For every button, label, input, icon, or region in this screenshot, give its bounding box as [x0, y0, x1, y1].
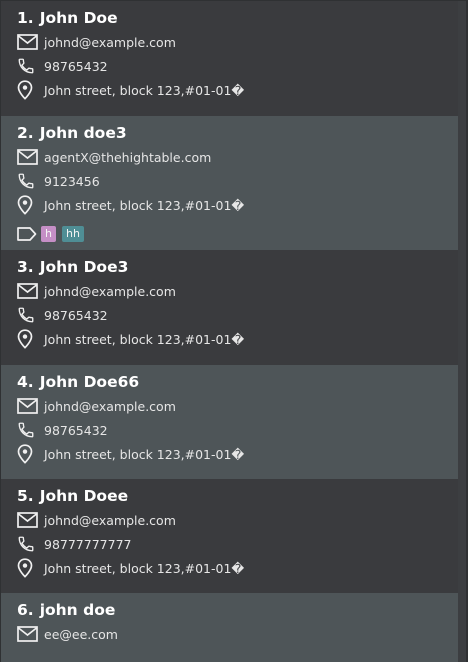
tag-badge: hh	[61, 226, 84, 242]
location-pin-icon	[17, 444, 39, 464]
email-row: johnd@example.com	[17, 394, 458, 418]
phone-icon	[17, 305, 39, 325]
phone-icon	[17, 420, 39, 440]
person-name: John Doe3	[39, 258, 129, 276]
phone-icon	[17, 534, 39, 554]
email-row: johnd@example.com	[17, 279, 458, 303]
person-name-row: 2. John doe3	[17, 116, 458, 145]
person-address: John street, block 123,#01-01�	[44, 82, 245, 98]
location-pin-icon	[17, 558, 39, 578]
person-address: John street, block 123,#01-01�	[44, 446, 245, 462]
person-phone: 98765432	[44, 58, 108, 74]
address-row: John street, block 123,#01-01�	[17, 78, 458, 102]
address-row: John street, block 123,#01-01�	[17, 556, 458, 580]
location-pin-icon	[17, 329, 39, 349]
envelope-icon	[17, 147, 39, 167]
tag-icon	[17, 226, 39, 242]
email-row: ee@ee.com	[17, 622, 458, 646]
tag-badge: h	[41, 226, 56, 242]
person-name: John Doe	[39, 9, 118, 27]
person-card[interactable]: 3. John Doe3 johnd@example.com 98765432 J…	[1, 250, 458, 365]
person-card[interactable]: 1. John Doe johnd@example.com 98765432 Jo…	[1, 1, 458, 116]
person-address: John street, block 123,#01-01�	[44, 197, 245, 213]
person-phone: 9123456	[44, 173, 100, 189]
person-name: John Doee	[39, 487, 129, 505]
person-name: john doe	[39, 601, 116, 619]
person-email: johnd@example.com	[44, 34, 176, 50]
phone-icon	[17, 56, 39, 76]
email-row: johnd@example.com	[17, 508, 458, 532]
person-card[interactable]: 4. John Doe66 johnd@example.com 98765432 …	[1, 365, 458, 479]
envelope-icon	[17, 510, 39, 530]
person-email: johnd@example.com	[44, 512, 176, 528]
phone-icon	[17, 171, 39, 191]
person-email: johnd@example.com	[44, 398, 176, 414]
location-pin-icon	[17, 80, 39, 100]
email-row: agentX@thehightable.com	[17, 145, 458, 169]
location-pin-icon	[17, 195, 39, 215]
person-index: 4.	[17, 373, 34, 391]
person-email: johnd@example.com	[44, 283, 176, 299]
phone-row: 98765432	[17, 418, 458, 442]
person-card[interactable]: 2. John doe3 agentX@thehightable.com 9123…	[1, 116, 458, 250]
person-name-row: 6. john doe	[17, 593, 458, 622]
person-name: John Doe66	[39, 373, 140, 391]
person-email: agentX@thehightable.com	[44, 149, 212, 165]
envelope-icon	[17, 624, 39, 644]
person-index: 5.	[17, 487, 34, 505]
address-row: John street, block 123,#01-01�	[17, 442, 458, 466]
envelope-icon	[17, 396, 39, 416]
person-card[interactable]: 5. John Doee johnd@example.com 9877777777…	[1, 479, 458, 593]
person-address: John street, block 123,#01-01�	[44, 560, 245, 576]
person-card[interactable]: 6. john doe ee@ee.com	[1, 593, 458, 662]
envelope-icon	[17, 281, 39, 301]
person-address: John street, block 123,#01-01�	[44, 331, 245, 347]
phone-row: 98765432	[17, 54, 458, 78]
person-phone: 98765432	[44, 422, 108, 438]
address-row: John street, block 123,#01-01�	[17, 327, 458, 351]
person-index: 3.	[17, 258, 34, 276]
person-phone: 98777777777	[44, 536, 132, 552]
person-name-row: 4. John Doe66	[17, 365, 458, 394]
person-index: 6.	[17, 601, 34, 619]
person-email: ee@ee.com	[44, 626, 118, 642]
address-row: John street, block 123,#01-01�	[17, 193, 458, 217]
person-name-row: 3. John Doe3	[17, 250, 458, 279]
person-phone: 98765432	[44, 307, 108, 323]
person-list[interactable]: 1. John Doe johnd@example.com 98765432 Jo…	[0, 0, 468, 662]
person-name-row: 5. John Doee	[17, 479, 458, 508]
email-row: johnd@example.com	[17, 30, 458, 54]
person-name: John doe3	[39, 124, 127, 142]
tags-row: h hh	[17, 224, 458, 250]
phone-row: 98765432	[17, 303, 458, 327]
person-index: 2.	[17, 124, 34, 142]
person-name-row: 1. John Doe	[17, 1, 458, 30]
envelope-icon	[17, 32, 39, 52]
phone-row: 9123456	[17, 169, 458, 193]
person-index: 1.	[17, 9, 34, 27]
phone-row: 98777777777	[17, 532, 458, 556]
